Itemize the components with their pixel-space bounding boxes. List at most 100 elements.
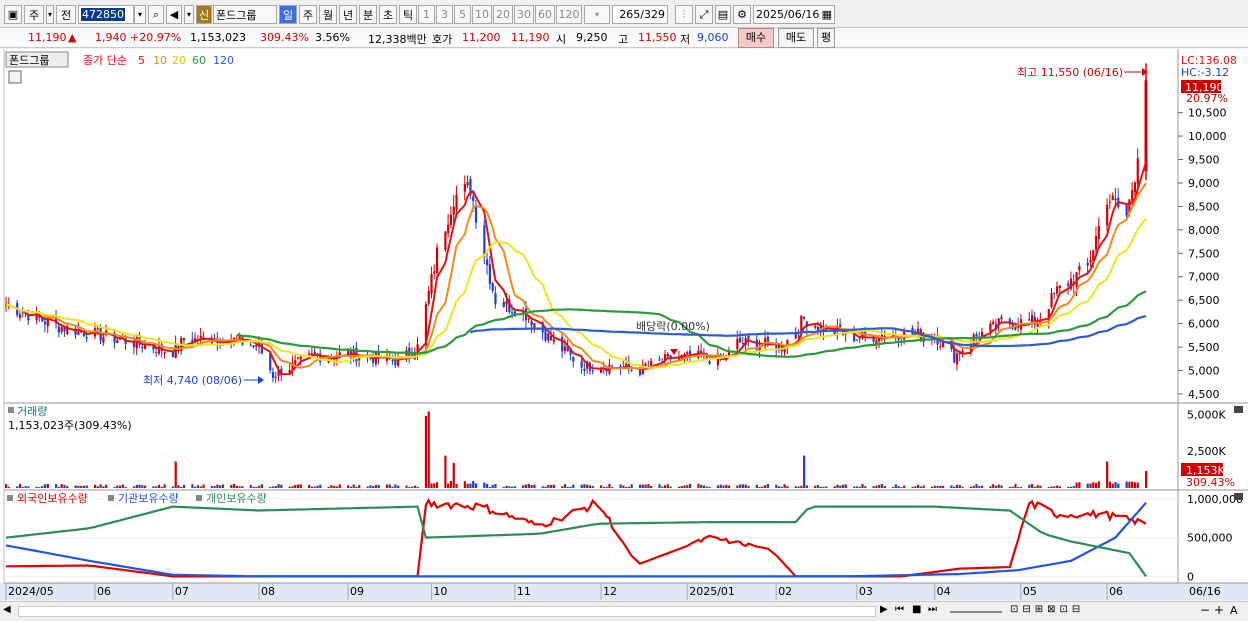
volume-bar — [449, 480, 453, 488]
scroll-left-icon[interactable]: ◀ — [3, 604, 11, 615]
volume-bar — [780, 486, 783, 488]
sell-button[interactable]: 매도 — [778, 28, 814, 48]
volume-bar — [502, 486, 505, 488]
volume-bar — [1019, 486, 1023, 488]
chart-area[interactable]: 4,500 5,000 5,500 6,000 6,500 7,000 7,500 8,000… — [0, 49, 1248, 600]
interval-10-button[interactable]: 10 — [472, 5, 492, 24]
candle-body — [658, 359, 661, 361]
volume-title: 거래량 — [17, 405, 47, 418]
holdings-line-0 — [6, 498, 1147, 578]
candle-body — [447, 224, 450, 234]
volume-bar — [1094, 482, 1098, 488]
draw-line-icon[interactable]: ⤢ — [695, 5, 713, 24]
volume-bar — [202, 484, 205, 488]
scroll-track[interactable] — [18, 606, 876, 617]
interval-30-button[interactable]: 30 — [514, 5, 534, 24]
speaker-icon[interactable]: ◀ — [166, 5, 182, 24]
stop-icon[interactable]: ■ — [912, 604, 921, 615]
count-input[interactable]: 265/329 — [612, 5, 668, 24]
volume-bar — [77, 485, 80, 488]
calendar-icon[interactable]: ▦ — [822, 8, 832, 21]
candle-body — [955, 353, 959, 365]
speaker-dropdown-icon[interactable]: ▾ — [184, 5, 194, 24]
date-input[interactable]: 2025/06/16 ▦ — [753, 5, 835, 24]
scroll-right-icon[interactable]: ▶ — [880, 604, 888, 615]
candle-body — [739, 337, 742, 343]
period-tick-button[interactable]: 틱 — [399, 5, 417, 24]
font-size-icon[interactable]: A — [1230, 604, 1238, 617]
search-icon[interactable]: ⌕ — [148, 5, 164, 24]
period-week-button[interactable]: 주 — [299, 5, 317, 24]
volume-bar — [316, 485, 319, 488]
volume-bar — [238, 486, 241, 488]
save-icon[interactable]: ▤ — [715, 5, 731, 24]
interval-20-button[interactable]: 20 — [493, 5, 513, 24]
forward-icon[interactable]: ⏭ — [928, 604, 937, 615]
volume-bar — [997, 484, 1000, 488]
prev-button[interactable]: 전 — [56, 5, 76, 24]
market-dropdown-icon[interactable]: ▾ — [46, 5, 54, 24]
zoom-slider[interactable] — [950, 611, 1002, 613]
volume-bar — [819, 486, 822, 488]
interval-5-button[interactable]: 5 — [454, 5, 471, 24]
volume-bar — [994, 485, 998, 488]
moving-averages — [5, 161, 1147, 376]
code-dropdown-icon[interactable]: ▾ — [134, 5, 146, 24]
candle-body — [491, 283, 494, 291]
period-year-button[interactable]: 년 — [339, 5, 357, 24]
volume-bar — [644, 484, 647, 488]
volume-bar — [980, 485, 984, 488]
volume-bar — [219, 485, 222, 488]
candle-body — [449, 214, 453, 225]
eval-button[interactable]: 평 — [817, 28, 835, 48]
interval-5-label: 5 — [459, 8, 466, 21]
volume-bar — [761, 486, 764, 488]
volume-bar — [530, 484, 533, 488]
zoom-in-icon[interactable]: + — [1214, 603, 1224, 617]
last-price-pct: 20.97% — [1186, 92, 1228, 105]
volume-bar — [775, 484, 778, 488]
volume-bar — [744, 484, 747, 488]
interval-3-button[interactable]: 3 — [436, 5, 453, 24]
candle-body — [299, 356, 302, 360]
volume-bar — [288, 486, 291, 488]
zoom-out-icon[interactable]: − — [1200, 603, 1210, 617]
period-month-button[interactable]: 월 — [319, 5, 337, 24]
volume-bar — [377, 484, 380, 488]
volume-bar — [700, 484, 703, 488]
candle-body — [563, 346, 567, 352]
period-second-button[interactable]: 초 — [379, 5, 397, 24]
bar-type-icon[interactable]: ⫶ — [675, 5, 693, 24]
candle-body — [308, 353, 311, 356]
period-day-button[interactable]: 일 — [279, 5, 297, 24]
volume-bar — [611, 487, 614, 488]
period-minute-button[interactable]: 분 — [359, 5, 377, 24]
window-menu-icon[interactable]: ▣ — [4, 5, 22, 24]
code-input[interactable]: 472850 — [78, 5, 134, 24]
interval-1-button[interactable]: 1 — [418, 5, 435, 24]
volume-bar — [591, 485, 594, 488]
chart-svg[interactable]: 4,500 5,000 5,500 6,000 6,500 7,000 7,500 8,000… — [0, 49, 1248, 600]
candle-body — [708, 360, 711, 364]
chart-tool-icons[interactable]: ⊡⊟⊞⊠⊡⊟ — [1010, 604, 1084, 615]
scroll-bar[interactable]: ◀ ▶ ⏮ ■ ⏭ ⊡⊟⊞⊠⊡⊟ − + A — [0, 601, 1248, 621]
volume-bar — [677, 486, 681, 488]
volume-bar — [408, 487, 411, 488]
candle-body — [1097, 225, 1100, 239]
buy-button[interactable]: 매수 — [738, 28, 774, 48]
interval-dropdown-icon[interactable]: ▾ — [584, 5, 610, 24]
rewind-icon[interactable]: ⏮ — [895, 604, 904, 615]
volume-pane-close-icon[interactable] — [1234, 406, 1243, 413]
volume-bar — [727, 485, 731, 488]
volume-bar — [936, 485, 939, 488]
gear-icon[interactable]: ⚙ — [733, 5, 751, 24]
interval-120-button[interactable]: 120 — [556, 5, 582, 24]
date-label: 11 — [517, 585, 531, 598]
volume-bar — [666, 484, 669, 488]
volume-bar — [366, 486, 369, 488]
interval-60-button[interactable]: 60 — [535, 5, 555, 24]
market-tab[interactable]: 주 — [24, 5, 44, 24]
volume-bar — [900, 487, 903, 488]
holdings-pane-close-icon[interactable] — [1234, 493, 1243, 500]
table-toggle-icon[interactable] — [8, 70, 22, 84]
